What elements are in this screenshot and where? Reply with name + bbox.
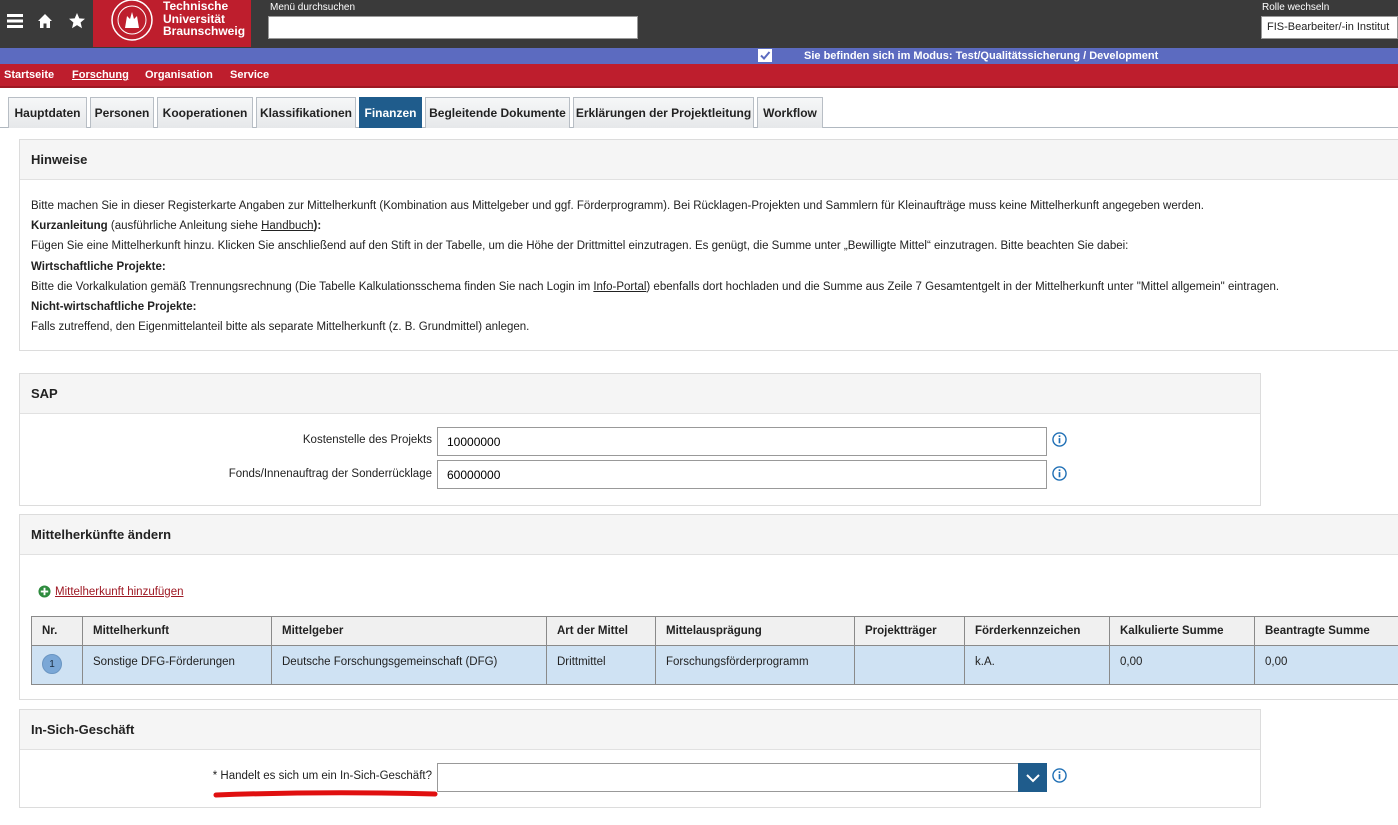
sap-panel: SAP Kostenstelle des Projekts Fonds/Inne…: [19, 373, 1261, 506]
tab-workflow[interactable]: Workflow: [757, 97, 823, 128]
wirtschaftlich-pre: Bitte die Vorkalkulation gemäß Trennungs…: [31, 281, 594, 293]
row-number-badge: 1: [42, 654, 62, 674]
in-sich-geschaeft-title: In-Sich-Geschäft: [20, 710, 1260, 750]
hinweise-title: Hinweise: [20, 140, 1398, 180]
info-icon[interactable]: [1052, 466, 1067, 481]
tab-finanzen[interactable]: Finanzen: [359, 97, 422, 128]
red-annotation-underline: [213, 790, 438, 798]
mittelherkuenfte-panel: Mittelherkünfte ändern Mittelherkunft hi…: [19, 514, 1398, 700]
hint-line-kurzanleitung: Kurzanleitung (ausführliche Anleitung si…: [31, 220, 321, 232]
nav-organisation[interactable]: Organisation: [145, 69, 213, 81]
tab-personen[interactable]: Personen: [90, 97, 154, 128]
wirtschaftliche-heading: Wirtschaftliche Projekte:: [31, 261, 166, 273]
hint-line-wirtschaftlich: Bitte die Vorkalkulation gemäß Trennungs…: [31, 281, 1279, 293]
role-select[interactable]: FIS-Bearbeiter/-in Institut: [1261, 16, 1398, 39]
kostenstelle-label: Kostenstelle des Projekts: [302, 434, 432, 446]
cell-foerderkennzeichen: k.A.: [964, 645, 1110, 685]
mode-bar: Sie befinden sich im Modus: Test/Qualitä…: [0, 48, 1398, 64]
logo-line-3: Braunschweig: [163, 24, 246, 38]
fonds-label: Fonds/Innenauftrag der Sonderrücklage: [228, 468, 432, 480]
cell-mittelherkunft: Sonstige DFG-Förderungen: [82, 645, 272, 685]
tu-braunschweig-logo[interactable]: Technische Universität Braunschweig: [93, 0, 251, 47]
nav-startseite[interactable]: Startseite: [4, 69, 54, 81]
tab-erklaerungen[interactable]: Erklärungen der Projektleitung: [573, 97, 754, 128]
chevron-down-icon: [1025, 773, 1040, 782]
col-foerderkennzeichen[interactable]: Förderkennzeichen: [964, 616, 1110, 646]
cell-nr: 1: [31, 645, 83, 685]
kostenstelle-input[interactable]: [437, 427, 1047, 456]
col-mittelherkunft[interactable]: Mittelherkunft: [82, 616, 272, 646]
in-sich-geschaeft-panel: In-Sich-Geschäft * Handelt es sich um ei…: [19, 709, 1261, 808]
handbuch-link[interactable]: Handbuch: [261, 220, 313, 232]
tab-kooperationen[interactable]: Kooperationen: [157, 97, 253, 128]
search-label: Menü durchsuchen: [270, 2, 356, 13]
mittelherkuenfte-title: Mittelherkünfte ändern: [20, 515, 1398, 555]
cell-mittelauspraegung: Forschungsförderprogramm: [655, 645, 855, 685]
info-icon[interactable]: [1052, 768, 1067, 783]
home-icon[interactable]: [34, 10, 56, 32]
add-mittelherkunft-label: Mittelherkunft hinzufügen: [55, 585, 184, 598]
table-row[interactable]: 1 Sonstige DFG-Förderungen Deutsche Fors…: [31, 645, 1398, 685]
in-sich-geschaeft-select[interactable]: [437, 763, 1047, 792]
tab-begleitende-dokumente[interactable]: Begleitende Dokumente: [425, 97, 570, 128]
fonds-input[interactable]: [437, 460, 1047, 489]
table-header-row: Nr. Mittelherkunft Mittelgeber Art der M…: [31, 616, 1398, 646]
cell-kalkulierte-summe: 0,00: [1109, 645, 1255, 685]
checkbox-icon: [758, 49, 772, 62]
menu-search-input[interactable]: [268, 16, 638, 39]
col-projekttraeger[interactable]: Projektträger: [854, 616, 965, 646]
tab-hauptdaten[interactable]: Hauptdaten: [8, 97, 87, 128]
star-icon[interactable]: [66, 10, 88, 32]
top-bar: Technische Universität Braunschweig Menü…: [0, 0, 1398, 49]
wirtschaftlich-post: ) ebenfalls dort hochladen und die Summe…: [646, 281, 1280, 293]
hinweise-panel: Hinweise Bitte machen Sie in dieser Regi…: [19, 139, 1398, 351]
col-art-der-mittel[interactable]: Art der Mittel: [546, 616, 656, 646]
nav-service[interactable]: Service: [230, 69, 269, 81]
dropdown-button[interactable]: [1018, 763, 1047, 792]
mode-notice: Sie befinden sich im Modus: Test/Qualitä…: [804, 50, 1159, 62]
main-nav: Startseite Forschung Organisation Servic…: [0, 64, 1398, 88]
in-sich-geschaeft-label: * Handelt es sich um ein In-Sich-Geschäf…: [212, 770, 432, 782]
col-mittelgeber[interactable]: Mittelgeber: [271, 616, 547, 646]
cell-beantragte-summe: 0,00: [1254, 645, 1398, 685]
university-seal-icon: [111, 0, 153, 41]
logo-line-1: Technische: [163, 0, 229, 13]
tab-klassifikationen[interactable]: Klassifikationen: [256, 97, 356, 128]
hint-line-intro: Bitte machen Sie in dieser Registerkarte…: [31, 200, 1204, 212]
cell-projekttraeger: [854, 645, 965, 685]
kurzanleitung-post: ):: [313, 220, 322, 232]
cell-mittelgeber: Deutsche Forschungsgemeinschaft (DFG): [271, 645, 547, 685]
cell-art-der-mittel: Drittmittel: [546, 645, 656, 685]
info-portal-link[interactable]: Info-Portal: [593, 281, 646, 293]
add-mittelherkunft-link[interactable]: Mittelherkunft hinzufügen: [38, 585, 184, 598]
kurzanleitung-pre: (ausführliche Anleitung siehe: [107, 220, 262, 232]
nicht-wirtschaftliche-heading: Nicht-wirtschaftliche Projekte:: [31, 301, 197, 313]
hamburger-menu-icon[interactable]: [4, 10, 26, 32]
col-kalkulierte-summe[interactable]: Kalkulierte Summe: [1109, 616, 1255, 646]
role-label: Rolle wechseln: [1262, 2, 1330, 13]
nav-forschung[interactable]: Forschung: [72, 69, 129, 81]
col-beantragte-summe[interactable]: Beantragte Summe: [1254, 616, 1398, 646]
hint-line-instructions: Fügen Sie eine Mittelherkunft hinzu. Kli…: [31, 240, 1129, 252]
hint-line-nicht-wirtschaftlich: Falls zutreffend, den Eigenmittelanteil …: [31, 321, 530, 333]
col-mittelauspraegung[interactable]: Mittelausprägung: [655, 616, 855, 646]
mittelherkunft-table: Nr. Mittelherkunft Mittelgeber Art der M…: [31, 616, 1398, 685]
info-icon[interactable]: [1052, 432, 1067, 447]
add-circle-icon: [38, 585, 51, 598]
col-nr[interactable]: Nr.: [31, 616, 83, 646]
kurzanleitung-heading: Kurzanleitung: [31, 220, 108, 232]
sap-title: SAP: [20, 374, 1260, 414]
tab-bar: Hauptdaten Personen Kooperationen Klassi…: [0, 96, 1398, 128]
